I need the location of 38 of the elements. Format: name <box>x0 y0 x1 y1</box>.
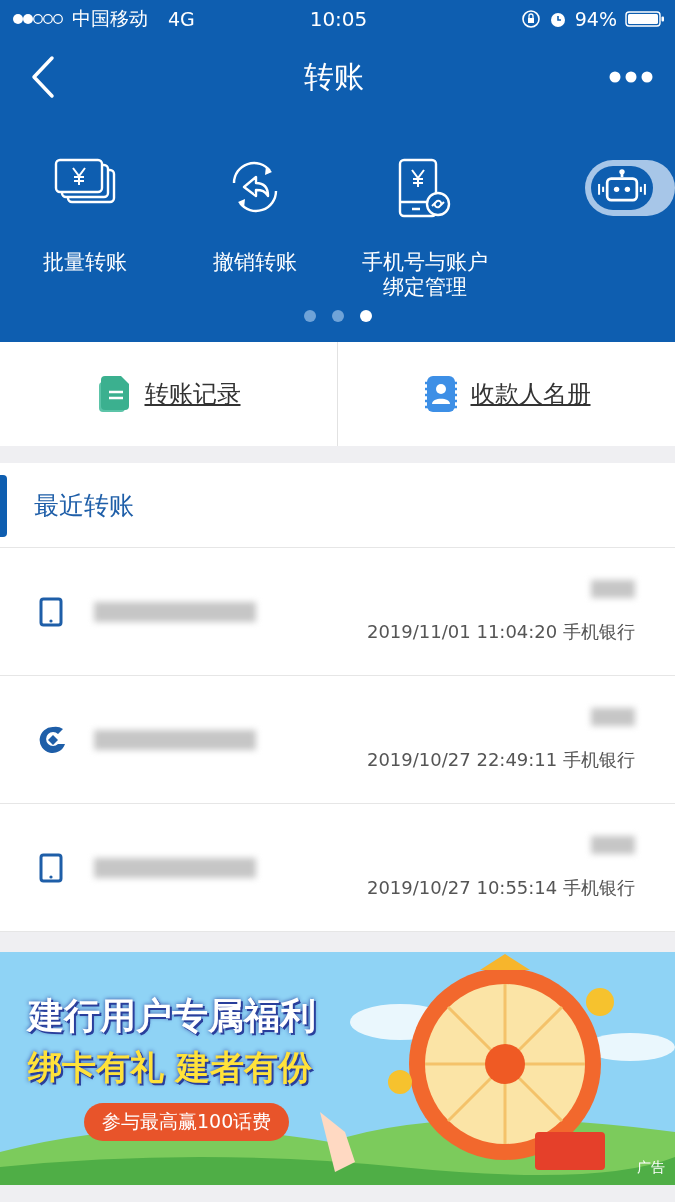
page-dot[interactable] <box>359 310 372 322</box>
carrier-name: 中国移动 <box>72 6 148 31</box>
alarm-icon <box>548 10 567 28</box>
banner-cta-button[interactable]: 参与最高赢100话费 <box>84 1103 290 1141</box>
more-icon[interactable] <box>609 71 653 83</box>
transfer-time: 2019/10/27 10:55:14 手机银行 <box>366 875 635 900</box>
ad-label: 广告 <box>637 1159 665 1177</box>
network-type: 4G <box>168 8 195 30</box>
rotation-lock-icon <box>520 9 541 29</box>
status-time: 10:05 <box>309 7 368 31</box>
shortcut-button[interactable]: 批量转账 <box>0 158 170 300</box>
banner-headline: 建行用户专属福利 <box>28 994 316 1038</box>
banner-subline: 绑卡有礼 建者有份 <box>28 1046 312 1089</box>
recent-transfer-row[interactable]: 2019/10/27 10:55:14 手机银行 <box>0 804 675 932</box>
battery-percent: 94% <box>574 8 617 30</box>
recent-transfer-row[interactable]: 2019/10/27 22:49:11 手机银行 <box>0 676 675 804</box>
signal-icon <box>12 13 64 25</box>
ad-banner[interactable]: 建行用户专属福利 绑卡有礼 建者有份 参与最高赢100话费 广告 <box>0 952 675 1185</box>
recent-transfer-row[interactable]: 2019/11/01 11:04:20 手机银行 <box>0 548 675 676</box>
page-dot[interactable] <box>331 310 344 322</box>
battery-icon <box>625 10 665 28</box>
contact-book-icon <box>422 374 459 414</box>
blurred-name <box>591 579 635 598</box>
shortcut-button[interactable]: 撤销转账 <box>170 158 340 300</box>
blurred-name <box>591 707 635 726</box>
section-title: 最近转账 <box>34 489 134 522</box>
blurred-name <box>591 835 635 854</box>
bank-logo-icon <box>38 724 68 755</box>
transfer-time: 2019/11/01 11:04:20 手机银行 <box>366 619 635 644</box>
quick-link[interactable]: 收款人名册 <box>422 374 591 414</box>
robot-icon <box>591 166 653 210</box>
page-title: 转账 <box>303 57 364 96</box>
section-accent-bar <box>0 475 7 537</box>
page-dot[interactable] <box>303 310 316 322</box>
transfer-time: 2019/10/27 22:49:11 手机银行 <box>366 747 635 772</box>
shortcut-button[interactable]: 手机号与账户绑定管理 <box>340 158 510 300</box>
assistant-button[interactable] <box>585 160 675 216</box>
quick-link[interactable]: 转账记录 <box>96 374 241 414</box>
